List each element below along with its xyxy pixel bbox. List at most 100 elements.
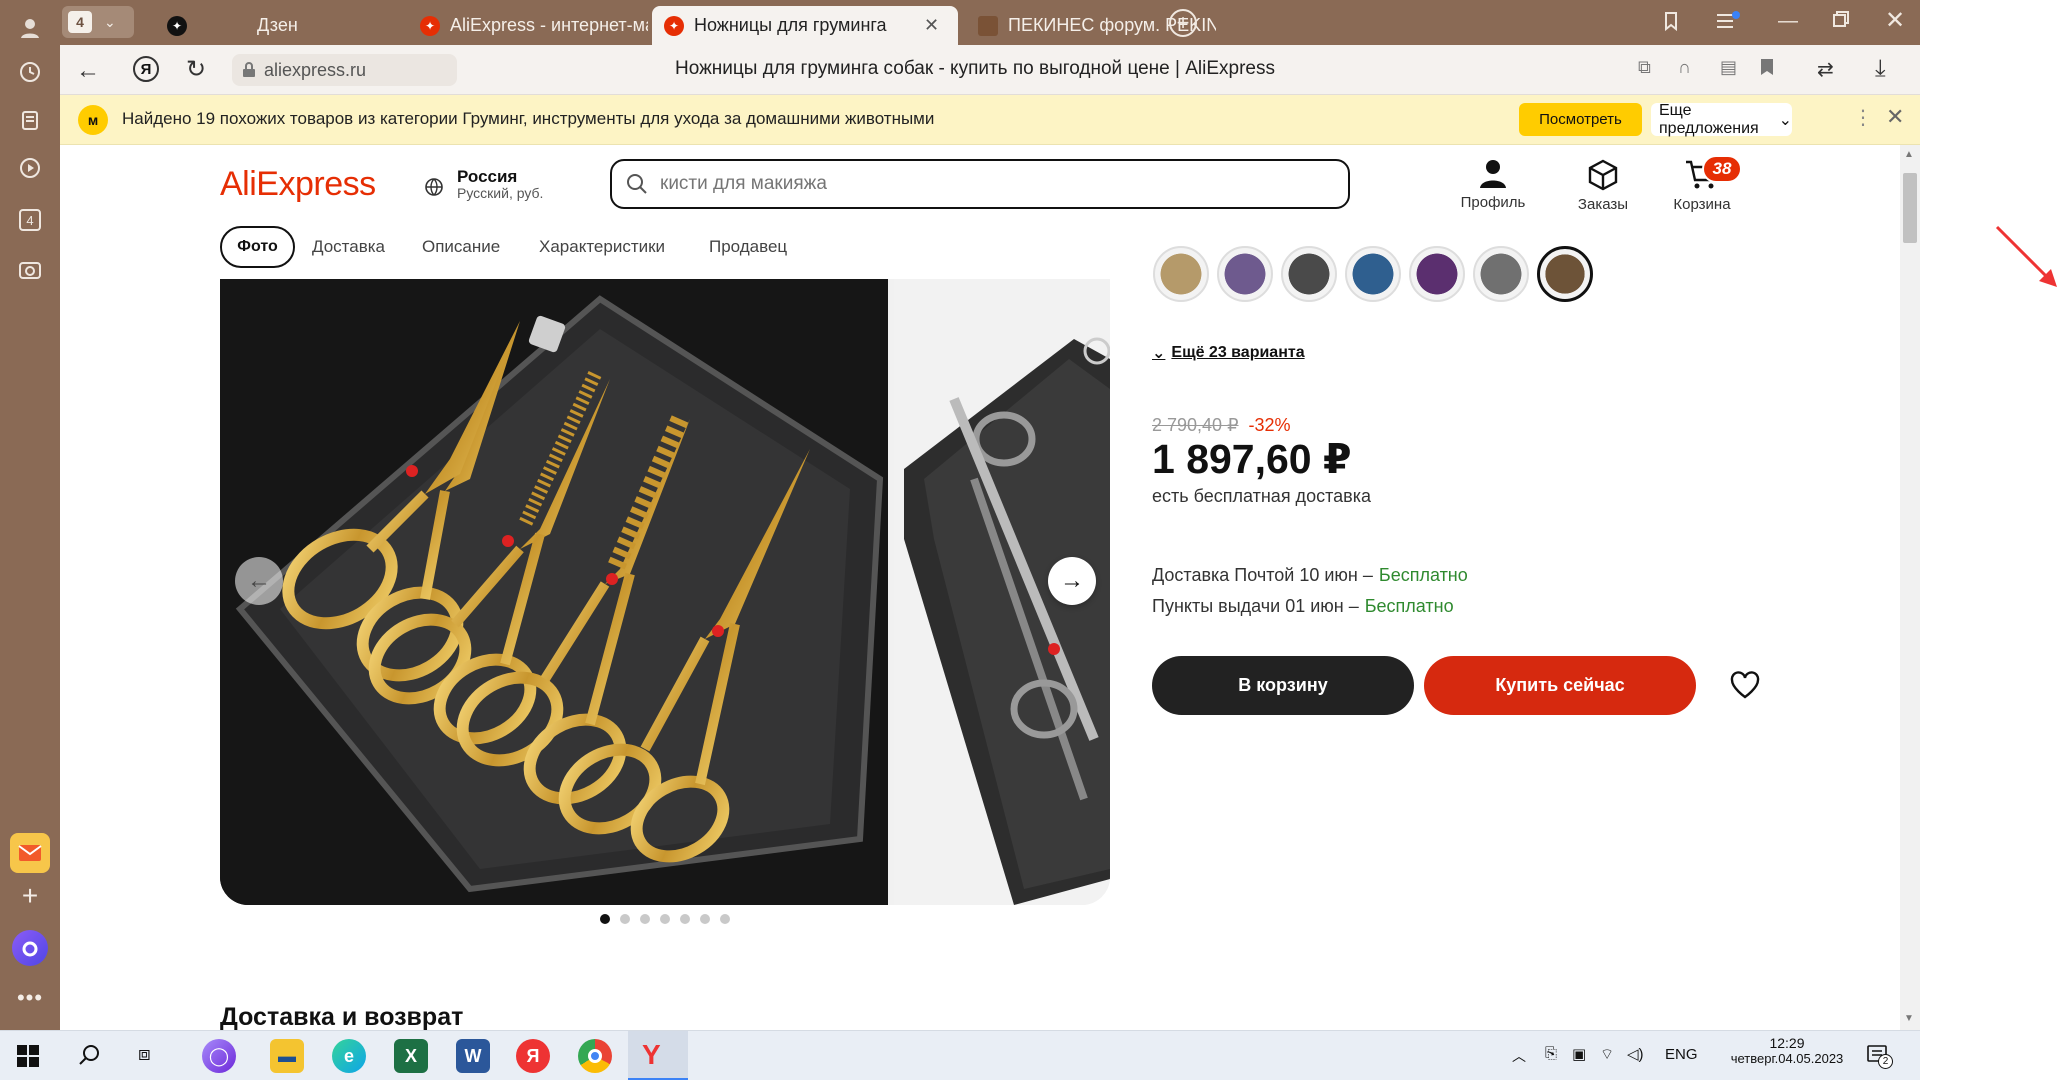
tab-photo[interactable]: Фото bbox=[220, 226, 295, 268]
edge-icon[interactable]: e bbox=[332, 1039, 366, 1073]
wishlist-heart-icon[interactable] bbox=[1730, 671, 1760, 704]
file-explorer-icon[interactable]: ▬ bbox=[270, 1039, 304, 1073]
share-icon[interactable]: ⧉ bbox=[1638, 57, 1651, 78]
language-indicator[interactable]: ENG bbox=[1665, 1046, 1698, 1063]
tray-wifi-icon[interactable]: ⌔ bbox=[1600, 1045, 1614, 1064]
more-variants-link[interactable]: ⌄ Ещё 23 варианта bbox=[1152, 343, 1305, 363]
tab-count-icon[interactable]: 4 bbox=[14, 204, 46, 236]
profile-button[interactable]: Профиль bbox=[1460, 159, 1526, 211]
scissors-case-image bbox=[220, 279, 888, 905]
screenshot-icon[interactable] bbox=[14, 254, 46, 286]
reader-icon[interactable]: ▤ bbox=[1720, 57, 1737, 78]
gallery-prev-button[interactable]: ← bbox=[235, 557, 283, 605]
variant-swatch[interactable] bbox=[1345, 246, 1401, 302]
gallery-dot[interactable] bbox=[720, 914, 730, 924]
screen: 4 + ••• 4 ⌄ ✦ Дзен ✦ AliExpress - интерн… bbox=[0, 0, 2065, 1080]
download-icon[interactable]: ⤓ bbox=[1875, 55, 1886, 83]
variant-swatch[interactable] bbox=[1153, 246, 1209, 302]
bookmark-icon[interactable] bbox=[1760, 58, 1774, 81]
bookmarks-panel-icon[interactable] bbox=[1660, 10, 1684, 34]
gallery-dot[interactable] bbox=[640, 914, 650, 924]
variant-swatch[interactable] bbox=[1409, 246, 1465, 302]
scroll-up-icon[interactable]: ▲ bbox=[1904, 149, 1914, 160]
tab-specifications[interactable]: Характеристики bbox=[539, 237, 665, 257]
variant-swatch[interactable] bbox=[1473, 246, 1529, 302]
aliexpress-logo[interactable]: AliExpress bbox=[220, 165, 376, 204]
aliexpress-page: AliExpress Россия Русский, руб. Профиль … bbox=[60, 145, 1900, 1030]
tray-chevron-up-icon[interactable]: ︿ bbox=[1512, 1046, 1526, 1066]
video-icon[interactable] bbox=[14, 152, 46, 184]
region-label[interactable]: Россия bbox=[457, 167, 517, 187]
gallery-dot[interactable] bbox=[700, 914, 710, 924]
buy-now-button[interactable]: Купить сейчас bbox=[1424, 656, 1696, 715]
alice-taskbar-icon[interactable]: ◯ bbox=[202, 1039, 236, 1073]
windows-start-icon[interactable] bbox=[17, 1045, 39, 1072]
menu-icon[interactable] bbox=[1715, 10, 1741, 34]
mail-icon[interactable] bbox=[10, 833, 50, 873]
search-input[interactable] bbox=[660, 173, 1260, 195]
yandex-icon[interactable]: Я bbox=[133, 56, 159, 82]
product-gallery[interactable]: ← → bbox=[220, 279, 1110, 905]
tab-group-button[interactable]: 4 ⌄ bbox=[62, 6, 134, 38]
clock-time: 12:29 bbox=[1769, 1035, 1805, 1051]
orders-button[interactable]: Заказы bbox=[1570, 159, 1636, 213]
yandex-browser-taskbar-button[interactable]: Y bbox=[628, 1031, 688, 1080]
page-scrollbar[interactable]: ▲ ▼ bbox=[1900, 145, 1920, 1030]
search-box[interactable] bbox=[610, 159, 1350, 209]
close-tab-icon[interactable]: ✕ bbox=[924, 15, 939, 36]
headphones-icon[interactable]: ∩ bbox=[1678, 57, 1691, 78]
chrome-icon[interactable] bbox=[578, 1039, 612, 1073]
variant-swatch[interactable] bbox=[1281, 246, 1337, 302]
clock[interactable]: 12:29 четверг.04.05.2023 bbox=[1727, 1035, 1847, 1066]
back-icon[interactable]: ← bbox=[76, 57, 100, 85]
variant-swatch[interactable] bbox=[1537, 246, 1593, 302]
tray-network-icon[interactable]: ▣ bbox=[1572, 1045, 1586, 1063]
variant-swatch[interactable] bbox=[1217, 246, 1273, 302]
restore-icon[interactable] bbox=[1832, 10, 1852, 30]
cart-button[interactable]: Корзина 38 bbox=[1662, 155, 1742, 213]
collections-icon[interactable] bbox=[14, 104, 46, 136]
gallery-dot[interactable] bbox=[660, 914, 670, 924]
notification-center-icon[interactable]: 2 bbox=[1866, 1043, 1893, 1069]
close-window-icon[interactable]: ✕ bbox=[1885, 6, 1905, 35]
translate-icon[interactable]: ⇄ bbox=[1817, 57, 1834, 82]
yandex-taskbar-icon[interactable]: Я bbox=[516, 1039, 550, 1073]
tab-delivery[interactable]: Доставка bbox=[312, 237, 385, 257]
gallery-next-button[interactable]: → bbox=[1048, 557, 1096, 605]
product-image-main[interactable] bbox=[220, 279, 888, 905]
more-icon[interactable]: ••• bbox=[14, 982, 46, 1014]
tab-description[interactable]: Описание bbox=[422, 237, 500, 257]
alice-icon[interactable] bbox=[12, 930, 48, 966]
search-icon[interactable] bbox=[78, 1043, 102, 1072]
tab-seller[interactable]: Продавец bbox=[709, 237, 787, 257]
tray-usb-icon[interactable]: ⎘ bbox=[1545, 1045, 1557, 1062]
word-icon[interactable]: W bbox=[456, 1039, 490, 1073]
old-price-row: 2 790,40 ₽ -32% bbox=[1152, 415, 1291, 436]
reload-icon[interactable]: ↻ bbox=[186, 55, 206, 84]
red-arrow-annotation bbox=[1995, 225, 2057, 287]
scrollbar-thumb[interactable] bbox=[1903, 173, 1917, 243]
view-button[interactable]: Посмотреть bbox=[1519, 103, 1642, 136]
add-to-cart-button[interactable]: В корзину bbox=[1152, 656, 1414, 715]
tab-dzen[interactable]: ✦ Дзен bbox=[155, 6, 390, 45]
minimize-icon[interactable]: — bbox=[1778, 10, 1798, 33]
aliexpress-favicon-icon: ✦ bbox=[664, 15, 684, 36]
kebab-menu-icon[interactable]: ⋮ bbox=[1853, 105, 1873, 130]
history-icon[interactable] bbox=[14, 56, 46, 88]
tab-grooming-scissors[interactable]: ✦ Ножницы для груминга ✕ bbox=[652, 6, 958, 45]
tray-volume-icon[interactable]: ◁) bbox=[1627, 1045, 1644, 1063]
url-field[interactable]: aliexpress.ru bbox=[232, 54, 457, 86]
gallery-dot[interactable] bbox=[680, 914, 690, 924]
task-view-icon[interactable]: ⧈ bbox=[138, 1043, 151, 1066]
close-bar-icon[interactable]: ✕ bbox=[1886, 104, 1904, 130]
more-offers-dropdown[interactable]: Еще предложения ⌄ bbox=[1651, 102, 1792, 137]
profile-icon[interactable] bbox=[14, 12, 46, 44]
excel-icon[interactable]: X bbox=[394, 1039, 428, 1073]
add-panel-icon[interactable]: + bbox=[14, 880, 46, 912]
gallery-dot[interactable] bbox=[600, 914, 610, 924]
tab-aliexpress-home[interactable]: ✦ AliExpress - интернет-мага bbox=[408, 6, 648, 45]
scroll-down-icon[interactable]: ▼ bbox=[1904, 1013, 1914, 1024]
gallery-dot[interactable] bbox=[620, 914, 630, 924]
tab-group-count: 4 bbox=[68, 11, 92, 33]
new-tab-button[interactable]: + bbox=[1169, 9, 1197, 37]
